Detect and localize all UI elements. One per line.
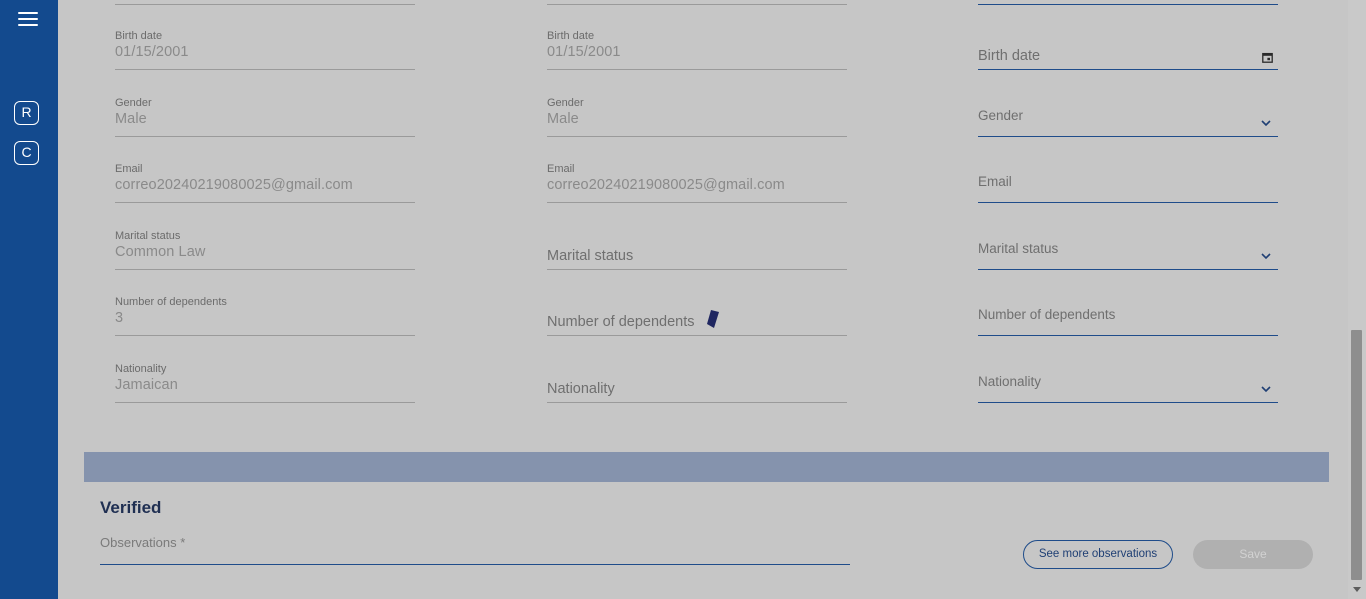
field-placeholder: Marital status <box>547 248 634 264</box>
see-more-observations-button[interactable]: See more observations <box>1023 540 1173 569</box>
field-label: Number of dependents <box>115 296 227 308</box>
field-placeholder: Observations * <box>100 535 186 550</box>
scrollbar-thumb[interactable] <box>1351 330 1362 580</box>
col2-email-field: Email correo20240219080025@gmail.com <box>547 163 847 203</box>
birth-date-input[interactable]: Birth date <box>978 30 1278 70</box>
field-label: Birth date <box>547 30 595 42</box>
col1-nationality-field: Nationality Jamaican <box>115 363 415 403</box>
col1-dependents-field: Number of dependents 3 <box>115 296 415 336</box>
field-placeholder: Number of dependents <box>978 307 1116 322</box>
email-input[interactable]: Email <box>978 163 1278 203</box>
main-content: Birth date 01/15/2001 Gender Male Email … <box>58 0 1348 599</box>
field-divider <box>115 4 415 5</box>
col2-nationality-field: Nationality <box>547 363 847 403</box>
field-placeholder: Marital status <box>978 241 1059 256</box>
dependents-input[interactable]: Number of dependents <box>978 296 1278 336</box>
field-value: 01/15/2001 <box>115 44 189 60</box>
col1-email-field: Email correo20240219080025@gmail.com <box>115 163 415 203</box>
save-button[interactable]: Save <box>1193 540 1313 569</box>
observations-input[interactable]: Observations * <box>100 535 850 565</box>
calendar-icon[interactable] <box>1262 52 1273 63</box>
field-value: Male <box>547 111 579 127</box>
chevron-down-icon <box>1261 120 1271 127</box>
field-placeholder: Gender <box>978 108 1024 123</box>
chevron-down-icon <box>1261 386 1271 393</box>
field-placeholder: Nationality <box>547 381 615 397</box>
pointer-cursor-icon <box>707 310 719 328</box>
col2-dependents-field: Number of dependents <box>547 296 847 336</box>
field-value: 3 <box>115 310 124 326</box>
col2-gender-field: Gender Male <box>547 97 847 137</box>
hamburger-menu-icon[interactable] <box>18 12 38 26</box>
field-divider <box>547 4 847 5</box>
sidebar-badge-c[interactable]: C <box>14 141 39 165</box>
field-label: Gender <box>115 97 152 109</box>
col2-birth-date-field: Birth date 01/15/2001 <box>547 30 847 70</box>
field-value: Male <box>115 111 147 127</box>
field-placeholder: Email <box>978 174 1012 189</box>
field-label: Birth date <box>115 30 163 42</box>
col1-birth-date-field: Birth date 01/15/2001 <box>115 30 415 70</box>
gender-select[interactable]: Gender <box>978 97 1278 137</box>
chevron-down-icon <box>1261 253 1271 260</box>
col1-gender-field: Gender Male <box>115 97 415 137</box>
section-banner <box>84 452 1329 482</box>
marital-status-select[interactable]: Marital status <box>978 230 1278 270</box>
field-value: Common Law <box>115 244 206 260</box>
field-label: Marital status <box>115 230 181 242</box>
field-label: Gender <box>547 97 584 109</box>
field-value: Jamaican <box>115 377 178 393</box>
verified-heading: Verified <box>100 498 162 517</box>
field-label: Email <box>547 163 575 175</box>
field-placeholder: Nationality <box>978 374 1042 389</box>
field-placeholder: Birth date <box>978 48 1041 64</box>
field-placeholder: Number of dependents <box>547 314 695 330</box>
field-label: Email <box>115 163 143 175</box>
field-value: correo20240219080025@gmail.com <box>547 177 785 193</box>
scroll-down-arrow-icon[interactable] <box>1353 587 1361 592</box>
sidebar-badge-r[interactable]: R <box>14 101 39 125</box>
field-value: correo20240219080025@gmail.com <box>115 177 353 193</box>
field-divider <box>978 4 1278 5</box>
field-label: Nationality <box>115 363 167 375</box>
col2-marital-status-field: Marital status <box>547 230 847 270</box>
sidebar: R C <box>0 0 58 599</box>
vertical-scrollbar[interactable] <box>1348 0 1366 599</box>
field-value: 01/15/2001 <box>547 44 621 60</box>
nationality-select[interactable]: Nationality <box>978 363 1278 403</box>
col1-marital-status-field: Marital status Common Law <box>115 230 415 270</box>
